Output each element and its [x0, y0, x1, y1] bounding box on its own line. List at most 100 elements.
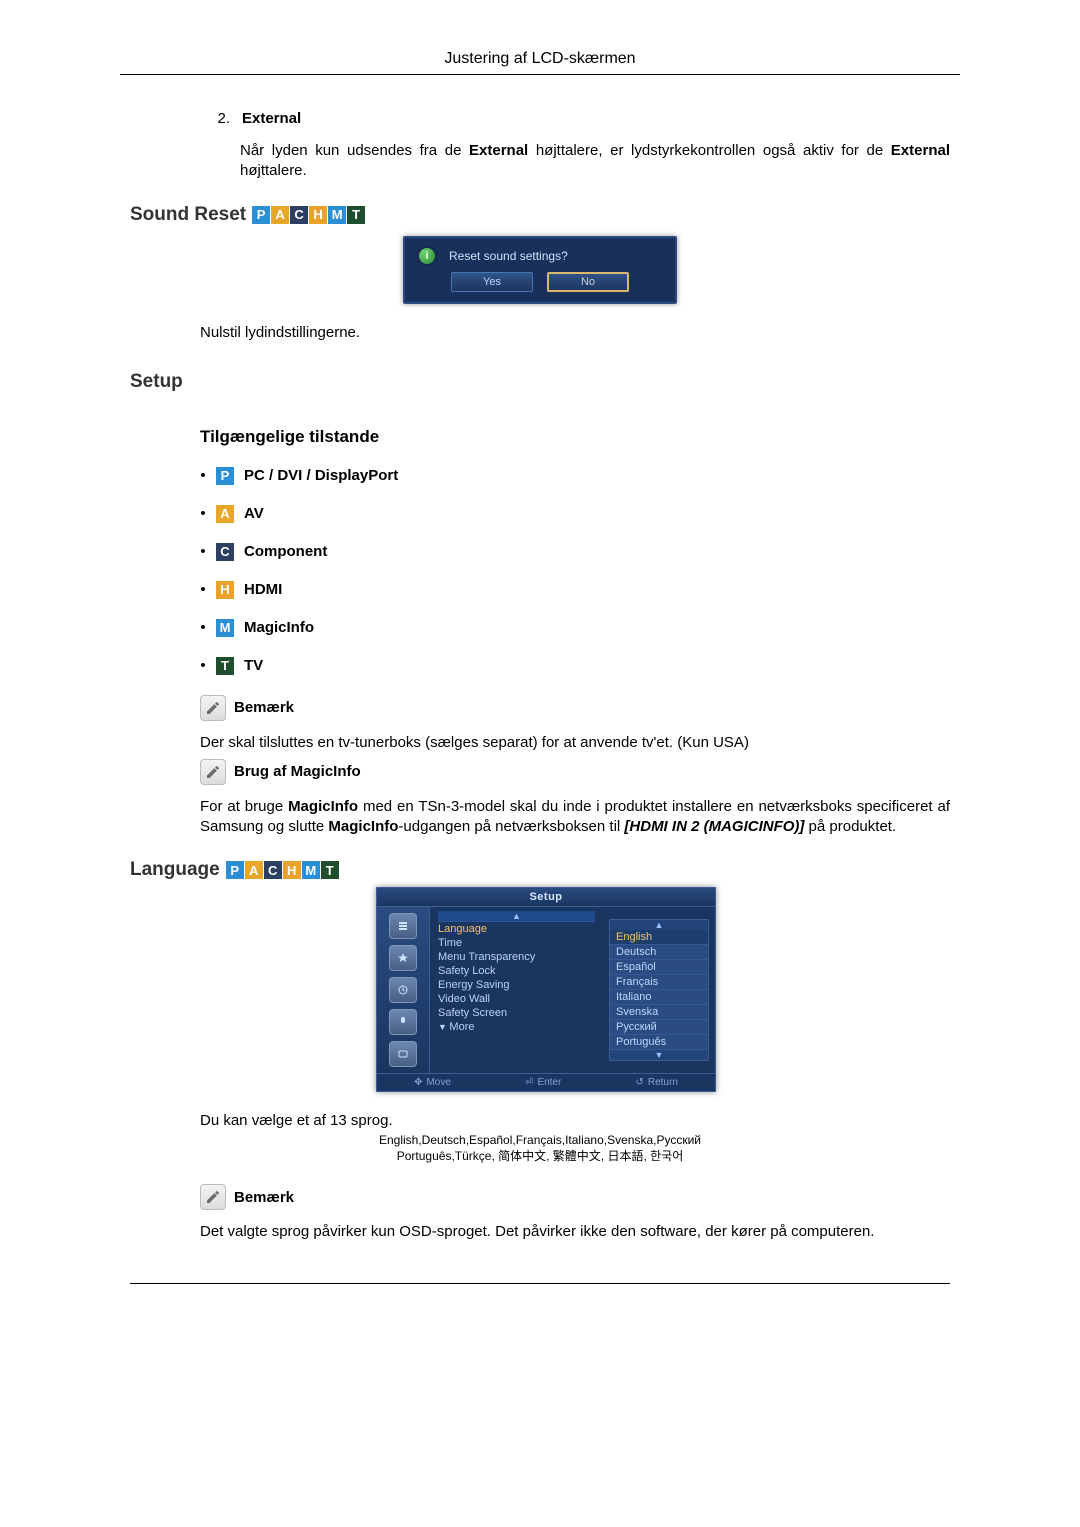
note-icon [200, 1184, 226, 1210]
osd-more-item[interactable]: More [438, 1020, 595, 1034]
language-select-text: Du kan vælge et af 13 sprog. [200, 1112, 950, 1129]
external-paragraph: Når lyden kun udsendes fra de External h… [240, 141, 950, 182]
osd-language-list: ▲ English Deutsch Español Français Itali… [609, 919, 709, 1061]
osd-language-option[interactable]: Italiano [610, 990, 708, 1005]
osd-menu-item[interactable]: Video Wall [438, 992, 595, 1006]
return-icon: ↺ [635, 1077, 643, 1088]
mode-label: HDMI [244, 581, 282, 598]
osd-tab-icon[interactable] [389, 945, 417, 971]
note-text: Der skal tilsluttes en tv-tunerboks (sæl… [200, 733, 950, 753]
osd-body: ▲ Language Time Menu Transparency Safety… [377, 907, 715, 1073]
osd-menu-item[interactable]: Menu Transparency [438, 950, 595, 964]
setup-heading: Setup [130, 371, 950, 393]
list-item: • A AV [200, 505, 950, 523]
badge-row: P A C H M T [226, 861, 339, 879]
available-modes-heading: Tilgængelige tilstande [200, 427, 950, 447]
content: 2. External Når lyden kun udsendes fra d… [120, 110, 960, 1284]
list-item: • M MagicInfo [200, 619, 950, 637]
mode-label: PC / DVI / DisplayPort [244, 467, 398, 484]
note-row: Bemærk [200, 1184, 950, 1210]
note-label: Bemærk [234, 699, 294, 716]
badge-a-icon: A [271, 206, 289, 224]
osd-footer: ✥Move ⏎Enter ↺Return [377, 1073, 715, 1091]
osd-language-option[interactable]: Deutsch [610, 945, 708, 960]
magicinfo-label: Brug af MagicInfo [234, 763, 361, 780]
badge-m-icon: M [216, 619, 234, 637]
mode-label: MagicInfo [244, 619, 314, 636]
badge-t-icon: T [216, 657, 234, 675]
osd-language-option[interactable]: Русский [610, 1020, 708, 1035]
external-item: 2. External [200, 110, 950, 127]
enter-icon: ⏎ [525, 1077, 533, 1088]
note-row: Bemærk [200, 695, 950, 721]
mode-label: AV [244, 505, 264, 522]
yes-button[interactable]: Yes [451, 272, 533, 292]
sound-reset-title: Sound Reset [130, 204, 246, 226]
language-available-list: English,Deutsch,Español,Français,Italian… [130, 1133, 950, 1164]
osd-setup-menu: Setup ▲ Language Time Menu Transparency … [376, 887, 716, 1092]
page: Justering af LCD-skærmen 2. External Når… [0, 0, 1080, 1344]
scroll-down-icon[interactable]: ▼ [610, 1050, 708, 1060]
osd-tab-icon[interactable] [389, 977, 417, 1003]
list-item: • H HDMI [200, 581, 950, 599]
badge-h-icon: H [309, 206, 327, 224]
badge-m-icon: M [328, 206, 346, 224]
badge-a-icon: A [216, 505, 234, 523]
osd-menu-item[interactable]: Safety Lock [438, 964, 595, 978]
osd-menu-list: ▲ Language Time Menu Transparency Safety… [430, 907, 603, 1073]
magicinfo-paragraph: For at bruge MagicInfo med en TSn-3-mode… [200, 797, 950, 838]
reset-dialog: i Reset sound settings? Yes No [403, 236, 677, 304]
osd-footer-move: ✥Move [414, 1077, 451, 1088]
mode-label: Component [244, 543, 327, 560]
sound-reset-heading: Sound Reset P A C H M T [130, 204, 950, 226]
badge-c-icon: C [216, 543, 234, 561]
osd-tab-icon[interactable] [389, 1041, 417, 1067]
osd-language-option[interactable]: Svenska [610, 1005, 708, 1020]
note-label: Bemærk [234, 1189, 294, 1206]
badge-t-icon: T [347, 206, 365, 224]
osd-language-option[interactable]: Español [610, 960, 708, 975]
external-section: 2. External [200, 110, 950, 127]
list-item: • C Component [200, 543, 950, 561]
external-number: 2. [200, 110, 242, 127]
badge-t-icon: T [321, 861, 339, 879]
info-icon: i [419, 248, 435, 264]
badge-row: P A C H M T [252, 206, 365, 224]
osd-tab-icon[interactable] [389, 913, 417, 939]
osd-tab-bar [377, 907, 430, 1073]
osd-language-option[interactable]: Português [610, 1035, 708, 1050]
mode-label: TV [244, 657, 263, 674]
note-icon [200, 695, 226, 721]
badge-m-icon: M [302, 861, 320, 879]
external-label: External [242, 110, 301, 127]
list-item: • P PC / DVI / DisplayPort [200, 467, 950, 485]
language-note-text: Det valgte sprog påvirker kun OSD-sproge… [200, 1222, 950, 1242]
magicinfo-row: Brug af MagicInfo [200, 759, 950, 785]
reset-dialog-header: i Reset sound settings? [415, 246, 665, 272]
mode-list: • P PC / DVI / DisplayPort • A AV • C Co… [200, 467, 950, 675]
move-icon: ✥ [414, 1077, 422, 1088]
badge-c-icon: C [290, 206, 308, 224]
badge-h-icon: H [283, 861, 301, 879]
badge-c-icon: C [264, 861, 282, 879]
osd-menu-item[interactable]: Time [438, 936, 595, 950]
scroll-up-icon[interactable]: ▲ [610, 920, 708, 930]
list-item: • T TV [200, 657, 950, 675]
badge-p-icon: P [216, 467, 234, 485]
osd-footer-return: ↺Return [635, 1077, 677, 1088]
reset-text: Nulstil lydindstillingerne. [200, 324, 950, 341]
osd-title: Setup [377, 888, 715, 907]
badge-h-icon: H [216, 581, 234, 599]
badge-p-icon: P [226, 861, 244, 879]
osd-menu-item[interactable]: Energy Saving [438, 978, 595, 992]
osd-footer-enter: ⏎Enter [525, 1077, 561, 1088]
scroll-up-icon[interactable]: ▲ [438, 911, 595, 922]
osd-menu-item[interactable]: Language [438, 922, 595, 936]
no-button[interactable]: No [547, 272, 629, 292]
badge-p-icon: P [252, 206, 270, 224]
osd-menu-item[interactable]: Safety Screen [438, 1006, 595, 1020]
osd-language-option[interactable]: English [610, 930, 708, 945]
osd-language-option[interactable]: Français [610, 975, 708, 990]
reset-dialog-buttons: Yes No [415, 272, 665, 292]
osd-tab-icon[interactable] [389, 1009, 417, 1035]
